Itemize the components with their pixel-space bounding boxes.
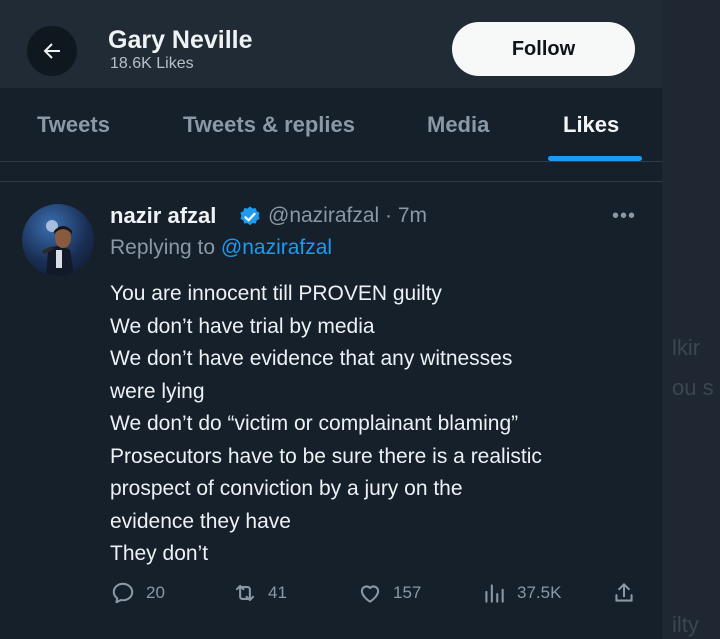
back-button[interactable]	[27, 26, 77, 76]
tweet-line: You are innocent till PROVEN guilty	[110, 282, 442, 305]
like-button[interactable]: 157	[357, 580, 421, 606]
background-text-fragment: ilty	[672, 612, 699, 637]
tab-tweets[interactable]: Tweets	[37, 112, 110, 138]
share-button[interactable]	[611, 580, 647, 606]
reply-mention-link[interactable]: @nazirafzal	[221, 236, 332, 259]
reply-button[interactable]: 20	[110, 580, 165, 606]
more-options-icon[interactable]: •••	[612, 205, 636, 228]
arrow-left-icon	[43, 43, 60, 59]
views-chart-icon	[485, 584, 504, 603]
timeline-column: Gary Neville 18.6K Likes Follow Tweets T…	[0, 0, 662, 639]
profile-likes-count: 18.6K Likes	[110, 55, 194, 72]
tweet-line: Prosecutors have to be sure there is a r…	[110, 444, 542, 468]
tweet-line: We don’t have evidence that any witnesse…	[110, 347, 513, 370]
reply-count: 20	[146, 583, 165, 602]
tweet-line: We don’t have trial by media	[110, 314, 375, 338]
verified-badge-icon	[240, 206, 260, 226]
right-panel-background: lkir ou s ilty	[662, 0, 720, 639]
avatar-photo	[42, 220, 74, 276]
replying-prefix: Replying to	[110, 236, 221, 259]
tab-likes[interactable]: Likes	[563, 112, 619, 138]
replying-to: Replying to @nazirafzal	[110, 236, 332, 260]
profile-name: Gary Neville	[108, 26, 253, 54]
background-text-fragment: lkir	[672, 335, 701, 360]
share-icon	[615, 583, 633, 602]
background-text-fragment: ou s	[672, 375, 714, 400]
like-count: 157	[393, 583, 422, 602]
tweet-line: prospect of conviction by a jury on the	[110, 477, 463, 500]
tweet-author-name[interactable]: nazir afzal	[110, 203, 216, 229]
retweet-button[interactable]: 41	[232, 580, 287, 606]
retweet-count: 41	[268, 583, 287, 602]
tweet-line: They don’t	[110, 542, 209, 565]
views-button[interactable]: 37.5K	[481, 580, 561, 606]
profile-tabs: Tweets Tweets & replies Media Likes	[0, 88, 662, 162]
retweet-icon	[235, 584, 255, 602]
follow-button[interactable]: Follow	[452, 22, 635, 76]
reply-icon	[112, 582, 134, 604]
avatar[interactable]	[22, 204, 94, 276]
active-tab-indicator	[548, 156, 642, 161]
tweet-body: You are innocent till PROVEN guilty We d…	[110, 278, 655, 571]
tweet-line: evidence they have	[110, 509, 291, 533]
divider	[0, 181, 662, 182]
profile-header: Gary Neville 18.6K Likes Follow	[0, 0, 662, 88]
view-count: 37.5K	[517, 583, 562, 602]
tab-tweets-replies[interactable]: Tweets & replies	[183, 112, 355, 138]
tweet-line: We don’t do “victim or complainant blami…	[110, 412, 519, 435]
heart-icon	[360, 585, 380, 603]
tab-media[interactable]: Media	[427, 112, 489, 138]
tweet-handle-and-time: @nazirafzal · 7m	[268, 204, 428, 227]
tweet-actions: 20 41 157 37.5K	[0, 580, 662, 616]
tweet-line: were lying	[110, 379, 205, 403]
